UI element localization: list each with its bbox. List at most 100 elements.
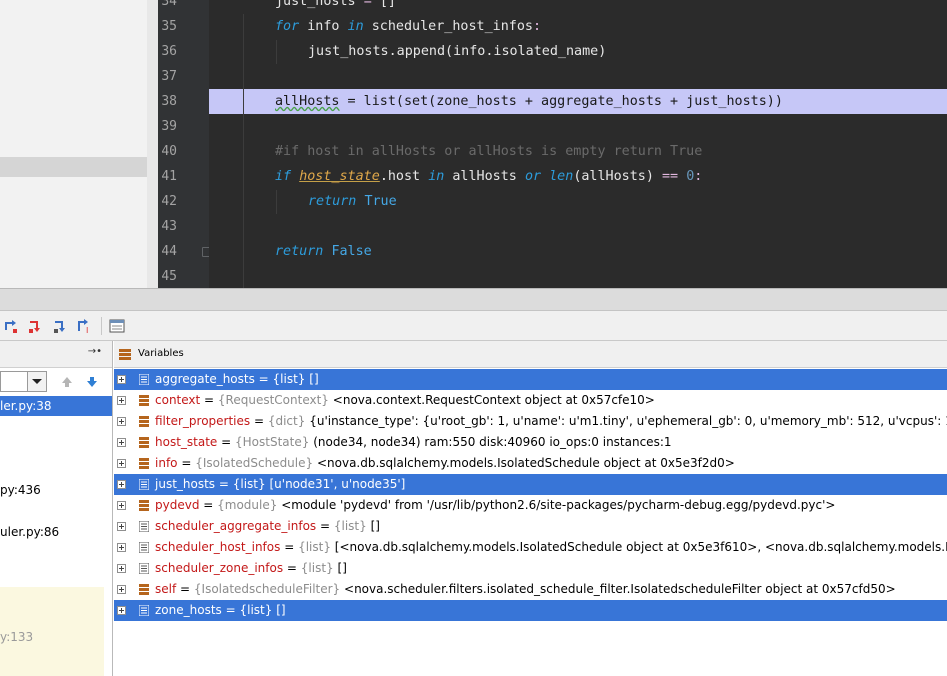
- code-token: or: [524, 169, 542, 184]
- list-icon: [139, 605, 149, 616]
- line-number: 37: [161, 69, 177, 84]
- line-number: 35: [161, 19, 177, 34]
- variable-value: [u'node31', u'node35']: [269, 477, 406, 491]
- code-token: if: [275, 169, 292, 184]
- expand-icon[interactable]: [117, 375, 126, 384]
- code-line[interactable]: return False: [209, 239, 947, 264]
- object-icon: [139, 500, 149, 511]
- variable-row[interactable]: info = {IsolatedSchedule} <nova.db.sqlal…: [114, 453, 947, 474]
- current-execution-line[interactable]: allHosts = list(set(zone_hosts + aggrega…: [209, 89, 947, 114]
- variable-value: <module 'pydevd' from '/usr/lib/python2.…: [281, 498, 836, 512]
- line-number: 45: [161, 269, 177, 284]
- code-line[interactable]: [209, 264, 947, 288]
- code-token: :: [533, 19, 542, 34]
- step-out-icon[interactable]: I: [76, 318, 92, 334]
- expand-icon[interactable]: [117, 459, 126, 468]
- pin-arrow-icon[interactable]: →•: [88, 346, 102, 357]
- variable-value: <nova.db.sqlalchemy.models.IsolatedSched…: [316, 456, 735, 470]
- variable-row[interactable]: host_state = {HostState} (node34, node34…: [114, 432, 947, 453]
- arrow-up-icon[interactable]: [60, 375, 74, 389]
- code-token: just_hosts: [275, 0, 364, 9]
- variable-type: {list}: [298, 540, 331, 554]
- code-token: info: [299, 19, 348, 34]
- code-token: return: [308, 194, 357, 209]
- variable-name: context: [155, 393, 201, 407]
- line-number: 38: [161, 94, 177, 109]
- chevron-down-icon[interactable]: [27, 372, 46, 391]
- frame-item[interactable]: py:436: [0, 480, 112, 500]
- svg-text:I: I: [86, 326, 88, 334]
- variable-name: aggregate_hosts: [155, 372, 255, 386]
- step-over-icon[interactable]: [3, 318, 19, 334]
- frame-item[interactable]: ler.py:38: [0, 396, 112, 416]
- variable-row[interactable]: just_hosts = {list} [u'node31', u'node35…: [114, 474, 947, 495]
- code-token: (allHosts): [573, 169, 662, 184]
- variable-row[interactable]: scheduler_aggregate_infos = {list} []: [114, 516, 947, 537]
- variable-eq: =: [316, 519, 334, 533]
- expand-icon[interactable]: [117, 396, 126, 405]
- toolbar-divider: [101, 317, 102, 335]
- expand-icon[interactable]: [117, 543, 126, 552]
- variable-row[interactable]: scheduler_host_infos = {list} [<nova.db.…: [114, 537, 947, 558]
- evaluate-expression-icon[interactable]: [109, 318, 125, 334]
- code-line[interactable]: if host_state.host in allHosts or len(al…: [209, 164, 947, 189]
- code-token: in: [428, 169, 445, 184]
- frame-item[interactable]: y:133: [0, 627, 112, 647]
- variables-panel: Variables aggregate_hosts = {list} [] con…: [114, 341, 947, 676]
- variable-row[interactable]: zone_hosts = {list} []: [114, 600, 947, 621]
- variable-type: {dict}: [267, 414, 306, 428]
- expand-icon[interactable]: [117, 522, 126, 531]
- variable-name: filter_properties: [155, 414, 251, 428]
- frame-label: ler.py:38: [0, 399, 52, 413]
- variable-row[interactable]: self = {IsolatedscheduleFilter} <nova.sc…: [114, 579, 947, 600]
- expand-icon[interactable]: [117, 417, 126, 426]
- thread-select[interactable]: [0, 371, 47, 392]
- code-line[interactable]: for info in scheduler_host_infos:: [209, 14, 947, 39]
- variable-row[interactable]: context = {RequestContext} <nova.context…: [114, 390, 947, 411]
- code-token: return: [275, 244, 324, 259]
- variable-type: {list}: [239, 603, 273, 617]
- code-line[interactable]: just_hosts = []: [209, 0, 947, 14]
- variable-row[interactable]: pydevd = {module} <module 'pydevd' from …: [114, 495, 947, 516]
- code-text: return True: [308, 189, 397, 214]
- step-into-icon[interactable]: [27, 318, 43, 334]
- project-tree-selected-row[interactable]: [0, 157, 147, 177]
- variable-value: {u'instance_type': {u'root_gb': 1, u'nam…: [309, 414, 947, 428]
- code-line[interactable]: #if host in allHosts or allHosts is empt…: [209, 139, 947, 164]
- code-line[interactable]: [209, 214, 947, 239]
- code-line[interactable]: [209, 64, 947, 89]
- variable-value: []: [337, 561, 347, 575]
- code-line[interactable]: [209, 114, 947, 139]
- frames-header: →•: [0, 341, 112, 368]
- project-tree-scrollbar[interactable]: [147, 0, 158, 288]
- code-text: just_hosts = []: [275, 0, 396, 14]
- code-line[interactable]: just_hosts.append(info.isolated_name): [209, 39, 947, 64]
- variable-row[interactable]: scheduler_zone_infos = {list} []: [114, 558, 947, 579]
- variable-name: just_hosts: [155, 477, 216, 491]
- expand-icon[interactable]: [117, 501, 126, 510]
- line-number: 40: [161, 144, 177, 159]
- step-into-my-code-icon[interactable]: [52, 318, 68, 334]
- arrow-down-icon[interactable]: [85, 375, 99, 389]
- variable-row[interactable]: filter_properties = {dict} {u'instance_t…: [114, 411, 947, 432]
- variable-text: scheduler_host_infos = {list} [<nova.db.…: [155, 537, 947, 558]
- variable-type: {IsolatedscheduleFilter}: [193, 582, 341, 596]
- code-editor[interactable]: just_hosts = [] for info in scheduler_hos…: [209, 0, 947, 288]
- line-number: 44: [161, 244, 177, 259]
- variable-text: just_hosts = {list} [u'node31', u'node35…: [155, 474, 405, 495]
- code-line[interactable]: return True: [209, 189, 947, 214]
- frame-item[interactable]: uler.py:86: [0, 522, 112, 542]
- variable-row[interactable]: aggregate_hosts = {list} []: [114, 369, 947, 390]
- variable-eq: =: [283, 561, 301, 575]
- expand-icon[interactable]: [117, 564, 126, 573]
- panel-splitter[interactable]: [0, 288, 947, 311]
- line-number: 43: [161, 219, 177, 234]
- variable-text: info = {IsolatedSchedule} <nova.db.sqlal…: [155, 453, 735, 474]
- editor-gutter: 34 35 36 37 38 39 40 41 42 43 44 45: [158, 0, 212, 288]
- expand-icon[interactable]: [117, 585, 126, 594]
- expand-icon[interactable]: [117, 606, 126, 615]
- expand-icon[interactable]: [117, 438, 126, 447]
- code-token: False: [331, 244, 372, 259]
- code-token: for: [275, 19, 300, 34]
- expand-icon[interactable]: [117, 480, 126, 489]
